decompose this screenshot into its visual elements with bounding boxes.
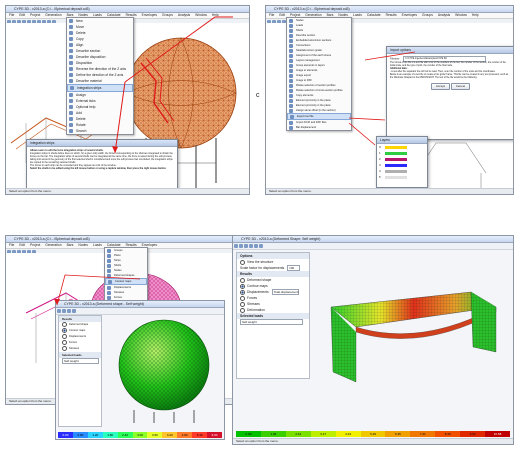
load-select[interactable]: Self weight [240,319,303,326]
legend-value: 3.00 [132,432,148,438]
legend-value: 0.60 [72,432,88,438]
deformed-slab-model [330,291,497,383]
legend-value: 4.20 [162,432,178,438]
color-legend: 0.00 1.06 2.12 3.17 4.23 5.29 6.35 7.41 … [236,431,510,437]
toolbar-button-icon[interactable] [259,244,263,248]
color-legend: 0.00 0.60 1.20 1.80 2.40 3.00 3.60 4.20 … [58,432,222,438]
arrow-icon [54,274,141,306]
legend-value: 0.00 [236,431,261,437]
legend-value: 5.29 [360,431,386,437]
legend-value: 7.41 [410,431,436,437]
toolbar-button-icon[interactable] [249,244,253,248]
toolbar-button-icon[interactable] [239,244,243,248]
legend-value: 8.46 [435,431,461,437]
legend-value: 9.52 [460,431,486,437]
legend-value: 3.17 [310,431,336,437]
legend-value: 5.40 [192,432,208,438]
legend-value: 1.06 [260,431,286,437]
figure-marker: c [256,92,260,99]
arrow-icon [348,51,416,146]
legend-value: 4.80 [177,432,193,438]
displacement-select[interactable]: Total displacement [271,289,299,296]
panel-deformed-shape: CYPE 3D - v2013.a (Deformed Shape: Self … [232,235,514,445]
legend-value: 6.00 [207,432,222,438]
status-bar: Select an option from the menu. [233,438,513,444]
arrow-icon [112,16,233,154]
legend-value: 0.00 [58,432,73,438]
scale-input[interactable]: 100 [287,265,301,272]
legend-value: 1.20 [87,432,103,438]
legend-value: 2.40 [117,432,133,438]
options-panel: Options View the structure Scale factor … [236,252,310,379]
window-title: CYPE 3D - v2013.a (Deformed Shape: Self … [233,236,513,243]
toolbar-button-icon[interactable] [244,244,248,248]
legend-value: 10.58 [485,431,510,437]
legend-value: 1.80 [102,432,118,438]
toolbar [233,243,513,250]
legend-value: 6.35 [385,431,411,437]
toolbar-button-icon[interactable] [234,244,238,248]
legend-value: 2.12 [285,431,311,437]
legend-value: 3.60 [147,432,163,438]
legend-value: 4.23 [335,431,361,437]
toolbar-button-icon[interactable] [254,244,258,248]
